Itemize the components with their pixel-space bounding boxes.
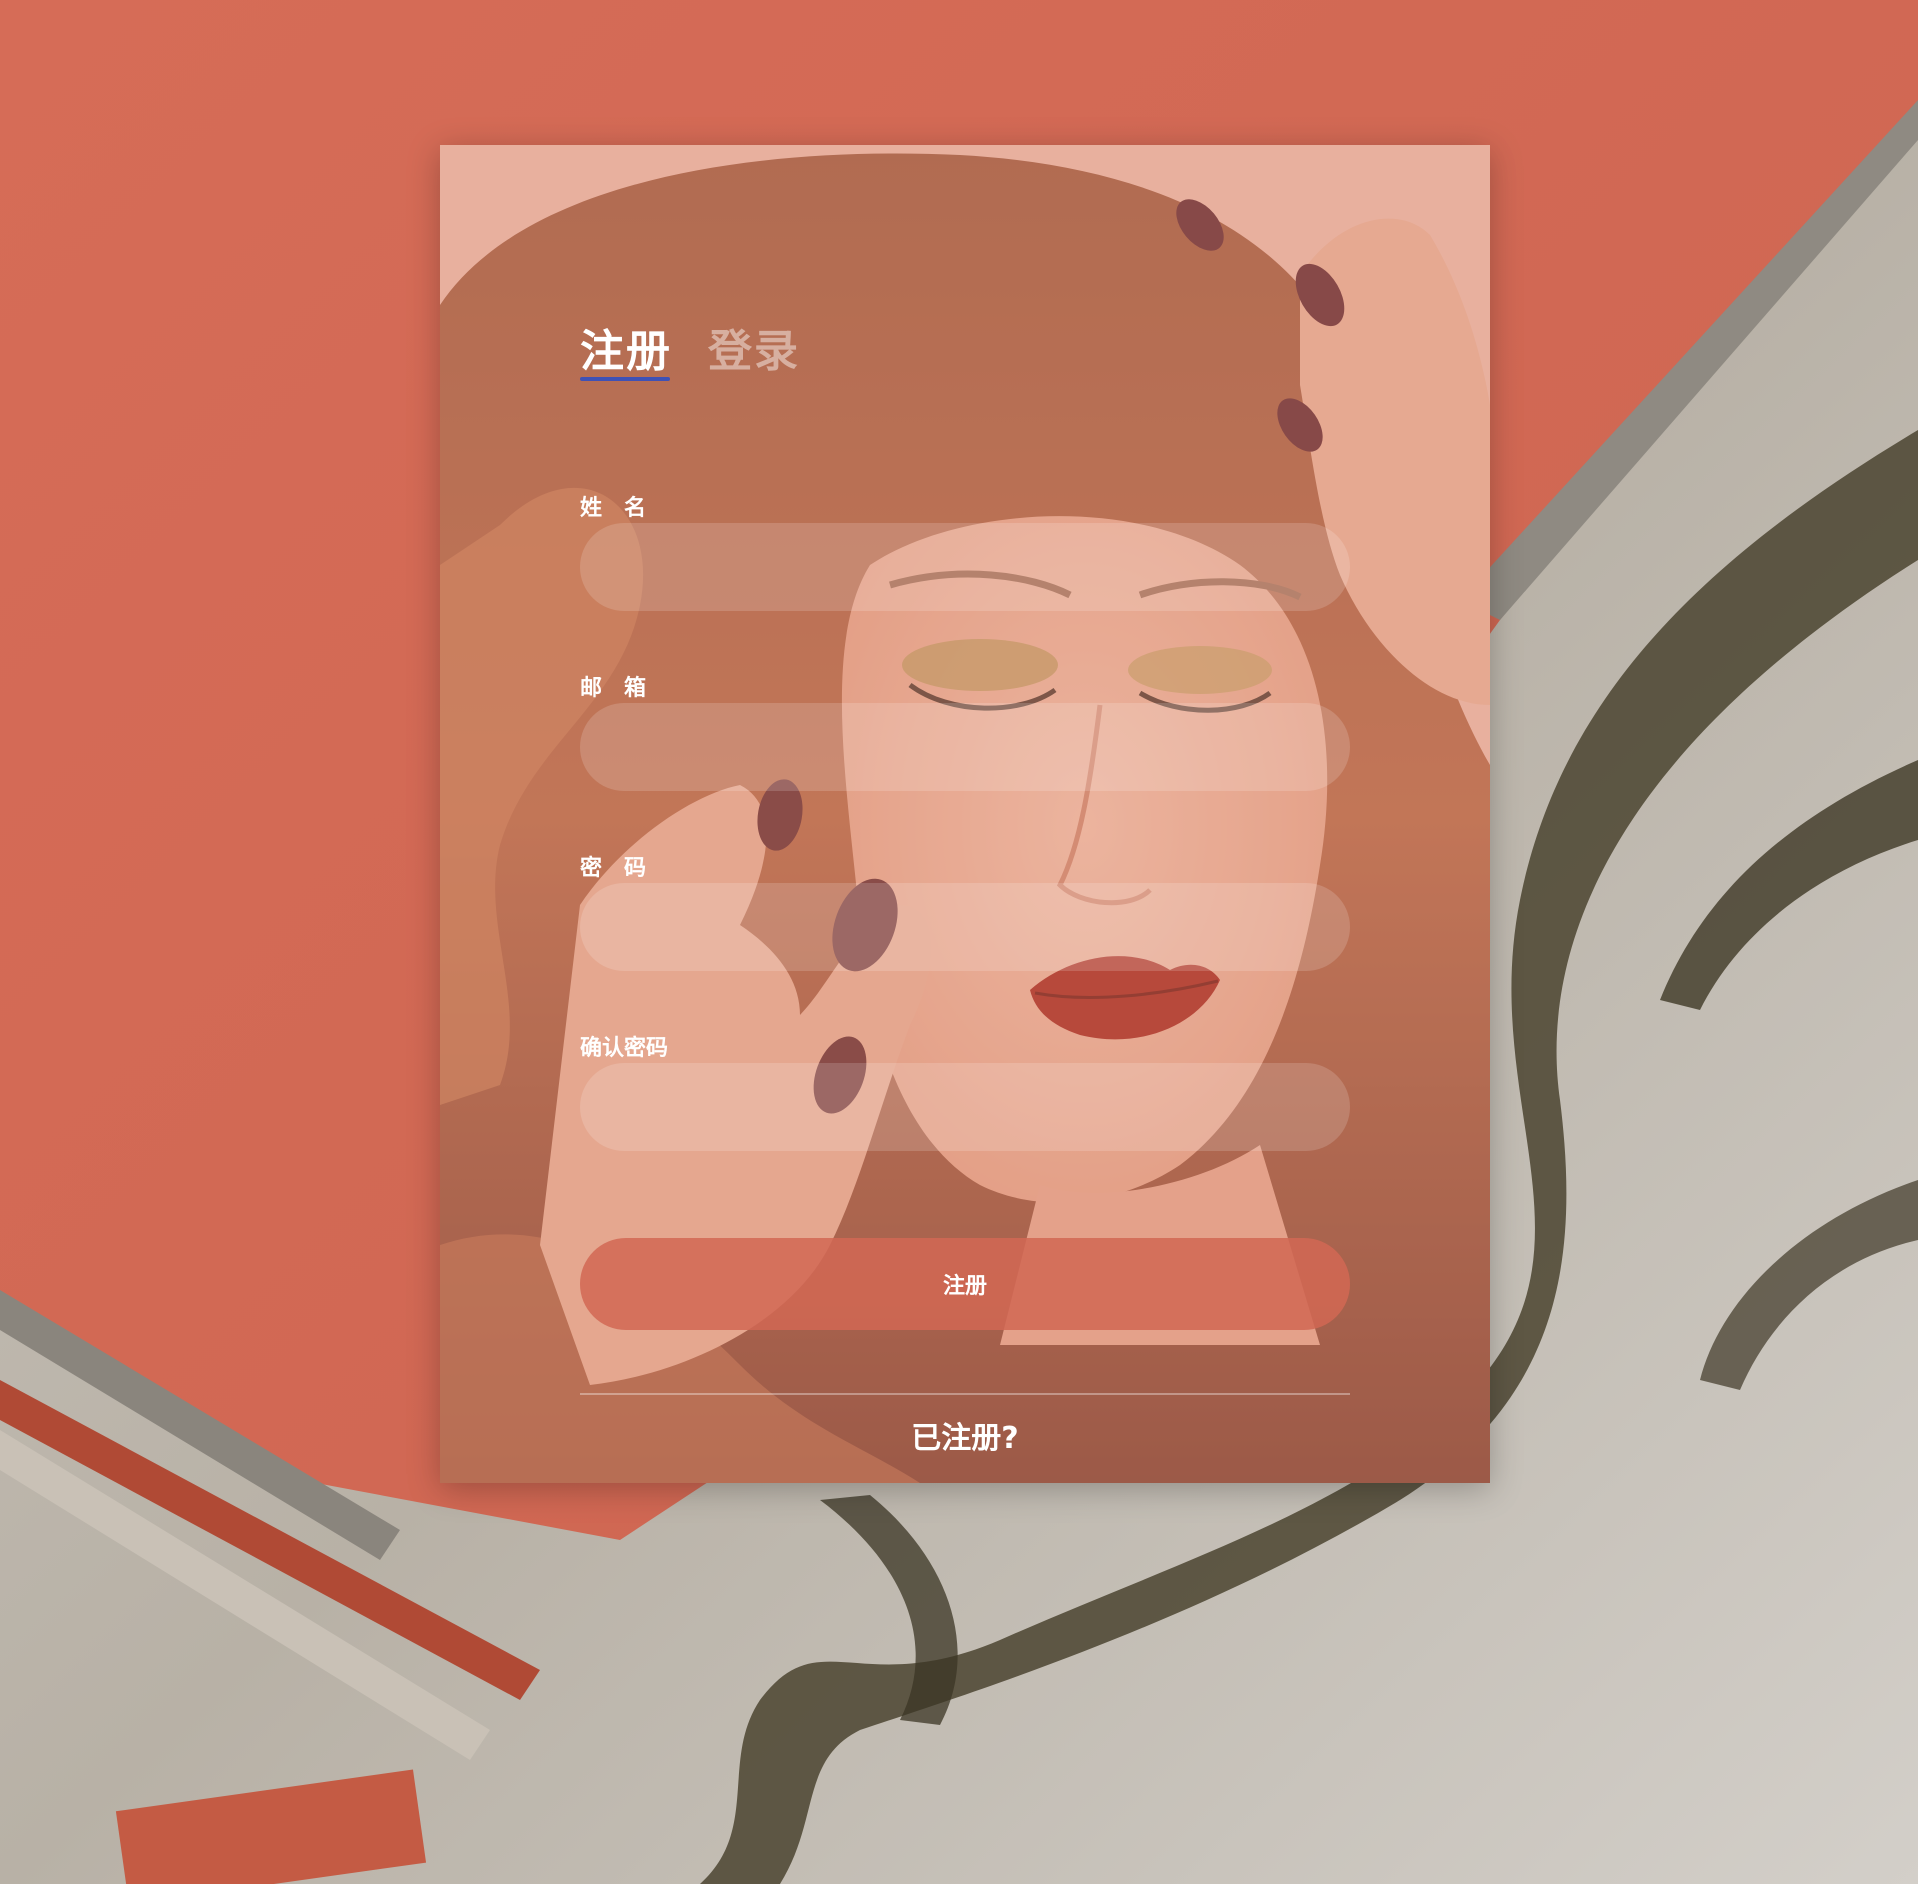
email-input[interactable] [580, 703, 1350, 791]
footer-divider [580, 1393, 1350, 1395]
already-registered-link[interactable]: 已注册? [580, 1413, 1350, 1457]
confirm-password-input[interactable] [580, 1063, 1350, 1151]
confirm-password-label: 确认密码 [580, 1036, 669, 1061]
register-card: 注册 登录 姓 名 邮 箱 密 码 确认密码 注册 已注册? [440, 145, 1490, 1483]
name-input[interactable] [580, 523, 1350, 611]
email-label: 邮 箱 [580, 676, 647, 701]
register-button[interactable]: 注册 [580, 1238, 1350, 1330]
active-tab-underline [580, 377, 670, 381]
password-input[interactable] [580, 883, 1350, 971]
password-label: 密 码 [580, 856, 647, 881]
name-label: 姓 名 [580, 496, 647, 521]
tab-login[interactable]: 登录 [708, 315, 800, 379]
tab-register[interactable]: 注册 [580, 315, 672, 379]
